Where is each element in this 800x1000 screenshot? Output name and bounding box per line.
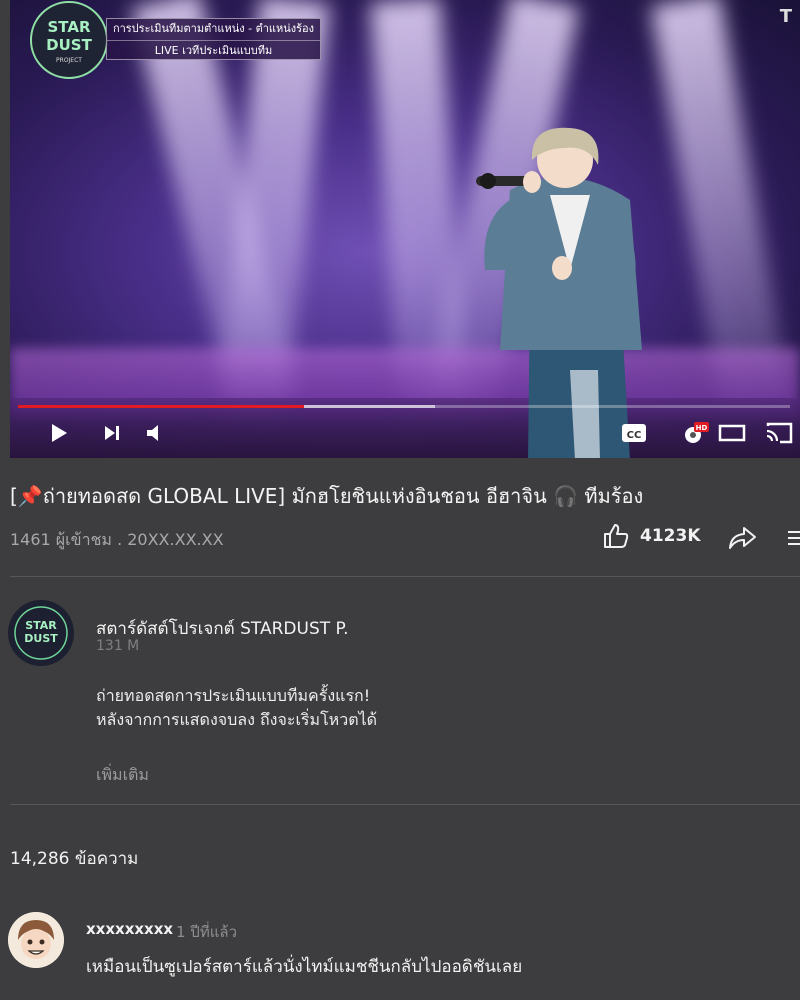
description-line: หลังจากการแสดงจบลง ถึงจะเริ่มโหวตได้ — [96, 710, 378, 729]
progress-played — [18, 405, 304, 408]
miniplayer-icon — [718, 424, 746, 442]
user-avatar-icon — [8, 912, 64, 968]
comment-text: เหมือนเป็นซูเปอร์สตาร์แล้วนั่งไทม์แมชชีน… — [86, 957, 523, 977]
next-button[interactable] — [98, 418, 126, 448]
show-more-link[interactable]: เพิ่มเติม — [96, 763, 149, 788]
video-title: [📌ถ่ายทอดสด GLOBAL LIVE] มักฮโยชินแห่งอิ… — [10, 484, 644, 508]
video-overlay-tag: การประเมินทีมตามตำแหน่ง - ตำแหน่งร้อง LI… — [106, 18, 321, 60]
share-button[interactable] — [727, 524, 757, 556]
divider — [10, 576, 800, 577]
miniplayer-button[interactable] — [716, 418, 748, 448]
logo-text: STAR — [47, 18, 90, 36]
overlay-line-1: การประเมินทีมตามตำแหน่ง - ตำแหน่งร้อง — [112, 22, 315, 35]
channel-avatar[interactable]: STAR DUST — [8, 600, 74, 666]
play-icon — [52, 424, 67, 442]
svg-text:HD: HD — [696, 424, 708, 432]
logo-text: STAR — [25, 619, 57, 632]
views-and-date: 1461 ผู้เข้าชม . 20XX.XX.XX — [10, 530, 224, 549]
overlay-line-2: LIVE เวทีประเมินแบบทีม — [107, 40, 320, 58]
channel-logo-icon: STAR DUST — [9, 601, 73, 665]
logo-text: DUST — [46, 36, 92, 54]
cast-button[interactable] — [762, 418, 796, 448]
description-line: ถ่ายทอดสดการประเมินแบบทีมครั้งแรก! — [96, 686, 371, 705]
play-button[interactable] — [44, 418, 74, 448]
cast-icon — [766, 422, 793, 444]
logo-text: PROJECT — [56, 57, 82, 64]
share-icon — [729, 527, 756, 549]
commenter-avatar[interactable] — [8, 912, 64, 968]
progress-bar[interactable] — [18, 405, 790, 408]
like-count: 4123K — [640, 526, 701, 546]
subscriber-count: 131 M — [96, 638, 140, 654]
captions-icon: CC — [622, 424, 646, 442]
skip-next-icon — [105, 426, 119, 440]
video-player[interactable]: STAR DUST PROJECT การประเมินทีมตามตำแหน่… — [10, 0, 800, 458]
captions-button[interactable]: CC — [618, 418, 650, 448]
watermark-icon: T — [779, 6, 792, 27]
comment-time: 1 ปีที่แล้ว — [176, 923, 238, 941]
like-button[interactable]: 4123K — [602, 522, 701, 550]
comment-count: 14,286 ข้อความ — [10, 849, 139, 869]
settings-hd-icon: HD — [685, 422, 709, 443]
video-description: ถ่ายทอดสดการประเมินแบบทีมครั้งแรก! หลังจ… — [96, 684, 377, 732]
more-menu-button[interactable] — [786, 528, 800, 552]
volume-button[interactable] — [142, 418, 170, 448]
svg-text:CC: CC — [627, 430, 642, 441]
settings-button[interactable]: HD — [678, 418, 712, 448]
divider — [10, 804, 800, 805]
logo-text: DUST — [24, 632, 58, 645]
thumbs-up-icon — [604, 524, 629, 548]
menu-icon — [788, 531, 800, 545]
channel-logo-overlay: STAR DUST PROJECT — [30, 1, 108, 79]
comment-username[interactable]: xxxxxxxxx — [86, 920, 173, 938]
volume-icon — [147, 425, 158, 441]
